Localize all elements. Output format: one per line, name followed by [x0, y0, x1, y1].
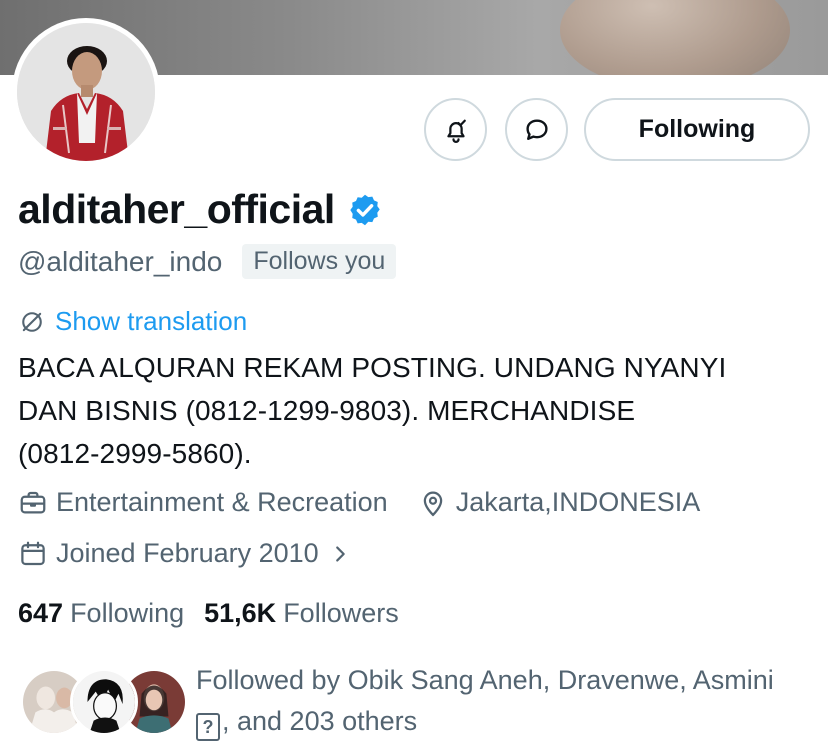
location-pin-icon [423, 491, 442, 516]
followers-count: 51,6K [204, 598, 277, 628]
unknown-glyph-box: ? [196, 713, 220, 741]
following-button[interactable]: Following [584, 98, 810, 161]
briefcase-icon [20, 491, 46, 513]
display-name-row: alditaher_official [18, 186, 383, 233]
show-translation-link[interactable]: Show translation [18, 306, 247, 337]
bio-line: (0812-2999-5860). [18, 438, 252, 469]
handle-row: @alditaher_indo Follows you [18, 244, 397, 279]
profile-bio: BACA ALQURAN REKAM POSTING. UNDANG NYANY… [18, 346, 808, 475]
following-label: Following [70, 598, 185, 628]
joined-label: Joined February 2010 [56, 538, 319, 568]
followed-by-line-1: Followed by Obik Sang Aneh, Dravenwe, As… [196, 665, 774, 695]
display-name: alditaher_official [18, 186, 335, 232]
follow-stats: 647 Following 51,6K Followers [18, 598, 399, 629]
followed-by-avatars[interactable] [20, 668, 188, 738]
category-label: Entertainment & Recreation [56, 487, 388, 517]
location-item: Jakarta,INDONESIA [418, 487, 701, 518]
followers-label: Followers [283, 598, 399, 628]
profile-meta-row: Entertainment & Recreation Jakarta,INDON… [18, 487, 700, 518]
translate-icon [22, 311, 42, 332]
profile-avatar[interactable] [12, 18, 160, 166]
bell-check-icon [446, 119, 466, 143]
banner-photo-detail [560, 0, 790, 75]
following-stat-link[interactable]: 647 Following [18, 598, 184, 629]
others-count-text: , and 203 others [222, 706, 418, 736]
verified-badge-icon[interactable] [347, 192, 383, 228]
message-bubble-icon [525, 118, 548, 140]
following-count: 647 [18, 598, 64, 628]
follows-you-badge: Follows you [242, 244, 397, 279]
followed-by-text[interactable]: Followed by Obik Sang Aneh, Dravenwe, As… [196, 660, 816, 742]
message-button[interactable] [505, 98, 568, 161]
avatar-image [17, 23, 155, 161]
bio-line: DAN BISNIS (0812-1299-9803). MERCHANDISE [18, 395, 636, 426]
followers-stat-link[interactable]: 51,6K Followers [204, 598, 399, 629]
show-translation-label: Show translation [55, 306, 248, 336]
user-handle: @alditaher_indo [18, 245, 223, 277]
bio-line: BACA ALQURAN REKAM POSTING. UNDANG NYANY… [18, 352, 727, 383]
chevron-right-icon [335, 545, 345, 562]
followed-by-line-2: ?, and 203 others [196, 701, 816, 742]
location-label: Jakarta,INDONESIA [455, 487, 701, 517]
category-item: Entertainment & Recreation [18, 487, 388, 518]
follower-avatar [70, 668, 138, 736]
calendar-icon [21, 541, 45, 565]
joined-row[interactable]: Joined February 2010 [18, 538, 359, 569]
notification-bell-button[interactable] [424, 98, 487, 161]
